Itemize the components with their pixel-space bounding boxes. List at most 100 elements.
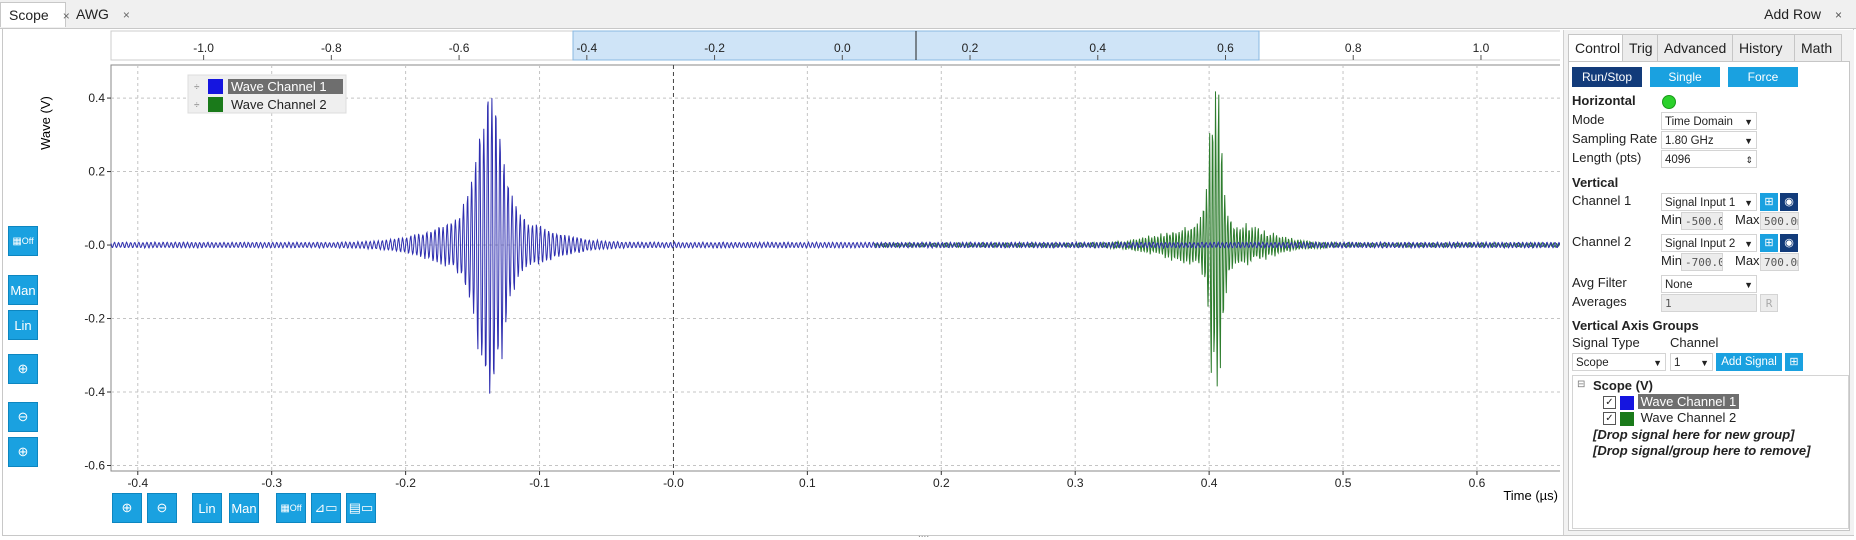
resize-handle[interactable]: ....	[918, 529, 929, 540]
tree-icon[interactable]: ⊞	[1785, 353, 1803, 371]
overview-tick-label: -0.2	[704, 41, 725, 55]
x-range-manual-button[interactable]: Man	[229, 493, 259, 523]
tree-icon[interactable]: ⊞	[1760, 234, 1778, 252]
channel-select[interactable]: 1 ▼	[1670, 353, 1713, 371]
legend-label-ch1[interactable]: Wave Channel 1	[231, 79, 327, 94]
tab-advanced[interactable]: Advanced	[1657, 34, 1733, 62]
ch1-max-field[interactable]: 500.0m	[1760, 212, 1799, 230]
top-tab-bar: Scope × AWG × Add Row ×	[0, 0, 1856, 29]
x-tick-label: -0.4	[127, 476, 148, 490]
channel2-label: Channel 2	[1572, 234, 1632, 249]
x-tick-label: 0.5	[1335, 476, 1352, 490]
channel2-select[interactable]: Signal Input 2 ▼	[1661, 234, 1757, 252]
y-tick-label: -0.0	[84, 238, 105, 252]
zoom-out-button[interactable]: ⊖	[8, 402, 38, 432]
collapse-icon[interactable]: ⊟	[1577, 379, 1585, 390]
avg-filter-select[interactable]: None ▼	[1661, 275, 1757, 293]
add-row-button[interactable]: Add Row ×	[1764, 6, 1842, 22]
close-icon[interactable]: ×	[123, 8, 130, 22]
ch2-max-field[interactable]: 700.0m	[1760, 253, 1799, 271]
add-signal-button[interactable]: Add Signal	[1716, 353, 1782, 371]
sampling-rate-select[interactable]: 1.80 GHz ▼	[1661, 131, 1757, 149]
reset-averages-button[interactable]: R	[1760, 294, 1778, 312]
sampling-rate-label: Sampling Rate	[1572, 131, 1658, 146]
legend-label-ch2[interactable]: Wave Channel 2	[231, 97, 327, 112]
drop-new-group-target[interactable]: [Drop signal here for new group]	[1593, 427, 1795, 442]
stepper-arrows-icon: ⇕	[1745, 155, 1753, 165]
tab-control[interactable]: Control	[1568, 34, 1623, 62]
checkbox-ch1[interactable]: ✓	[1603, 396, 1616, 410]
tab-awg[interactable]: AWG ×	[68, 2, 130, 27]
close-icon[interactable]: ×	[1835, 8, 1842, 22]
drop-remove-target[interactable]: [Drop signal/group here to remove]	[1593, 443, 1810, 458]
run-stop-button[interactable]: Run/Stop	[1572, 67, 1642, 87]
caret-down-icon: ▼	[1744, 117, 1753, 127]
x-grid-toggle-button[interactable]: ▦ Off	[276, 493, 306, 523]
svg-text:÷: ÷	[194, 82, 200, 93]
overview-tick-label: -0.6	[449, 41, 470, 55]
tab-trig[interactable]: Trig	[1622, 34, 1658, 62]
target-icon[interactable]: ◉	[1780, 193, 1798, 211]
tree-icon[interactable]: ⊞	[1760, 193, 1778, 211]
zoom-fit-button[interactable]: ⊕	[8, 354, 38, 384]
export-waveform-button[interactable]: ⊿▭	[311, 493, 341, 523]
scope-plot[interactable]: -1.0 -0.8 -0.6 -0.4 -0.2 0.0 0.2 0.4 0.6 0.8 1.0 -…	[0, 28, 1560, 538]
x-tick-label: 0.6	[1469, 476, 1486, 490]
caret-down-icon: ▼	[1744, 280, 1753, 290]
length-stepper[interactable]: 4096 ⇕	[1661, 150, 1757, 168]
x-tick-label: 0.1	[799, 476, 816, 490]
x-zoom-in-button[interactable]: ⊕	[112, 493, 142, 523]
tab-math[interactable]: Math	[1794, 34, 1842, 62]
channel1-select[interactable]: Signal Input 1 ▼	[1661, 193, 1757, 211]
ch2-min-field[interactable]: -700.0m	[1681, 253, 1723, 271]
y-tick-labels: 0.4 0.2 -0.0 -0.2 -0.4 -0.6	[84, 91, 111, 472]
overview-tick-label: 0.0	[834, 41, 851, 55]
folder-export-icon: ⊿▭	[314, 500, 338, 515]
target-icon[interactable]: ◉	[1780, 234, 1798, 252]
checkbox-ch2[interactable]: ✓	[1603, 412, 1616, 426]
force-button[interactable]: Force	[1728, 67, 1798, 87]
signal-type-select[interactable]: Scope ▼	[1572, 353, 1666, 371]
x-tick-label: -0.1	[529, 476, 550, 490]
y-scale-linear-button[interactable]: Lin	[8, 310, 38, 340]
legend-swatch-ch1	[208, 79, 223, 94]
channel-label: Channel	[1670, 335, 1719, 350]
caret-down-icon: ▼	[1653, 358, 1662, 368]
color-swatch	[1620, 411, 1634, 426]
x-scale-linear-button[interactable]: Lin	[192, 493, 222, 523]
grid-icon: ▦	[280, 502, 290, 514]
single-button[interactable]: Single	[1650, 67, 1720, 87]
tab-history[interactable]: History	[1732, 34, 1795, 62]
overview-tick-label: 0.2	[962, 41, 979, 55]
plot-legend[interactable]: ÷ Wave Channel 1 ÷ Wave Channel 2	[187, 74, 347, 114]
x-tick-label: -0.3	[261, 476, 282, 490]
x-zoom-out-button[interactable]: ⊖	[147, 493, 177, 523]
grid-toggle-button[interactable]: ▦ Off	[8, 226, 38, 256]
mode-select[interactable]: Time Domain ▼	[1661, 112, 1757, 130]
caret-down-icon: ▼	[1744, 136, 1753, 146]
signal-type-label: Signal Type	[1572, 335, 1640, 350]
overview-tick-label: 0.8	[1345, 41, 1362, 55]
ch1-max-label: Max	[1735, 212, 1760, 227]
averages-field[interactable]: 1	[1661, 294, 1757, 312]
tree-group-scope[interactable]: Scope (V)	[1593, 378, 1653, 393]
tree-item-ch2[interactable]: ✓ Wave Channel 2	[1603, 410, 1739, 426]
zoom-out-icon: ⊖	[17, 409, 29, 424]
ch1-min-field[interactable]: -500.0m	[1681, 212, 1723, 230]
vertical-header: Vertical	[1572, 175, 1619, 190]
export-table-button[interactable]: ▤▭	[346, 493, 376, 523]
svg-text:÷: ÷	[194, 100, 200, 111]
x-tick-label: 0.3	[1067, 476, 1084, 490]
zoom-fit-icon: ⊕	[17, 361, 29, 376]
tree-item-ch1[interactable]: ✓ Wave Channel 1	[1603, 394, 1740, 410]
overview-tick-label: -0.4	[576, 41, 597, 55]
horizontal-header: Horizontal	[1572, 93, 1636, 108]
y-tick-label: -0.6	[84, 458, 105, 472]
control-panel: Control Trig Advanced History Math Run/S…	[1563, 30, 1854, 535]
zoom-in-button[interactable]: ⊕	[8, 437, 38, 467]
avg-filter-label: Avg Filter	[1572, 275, 1627, 290]
overview-tick-label: -0.8	[321, 41, 342, 55]
tab-scope[interactable]: Scope ×	[0, 2, 70, 27]
color-swatch	[1620, 395, 1634, 410]
y-range-manual-button[interactable]: Man	[8, 275, 38, 305]
